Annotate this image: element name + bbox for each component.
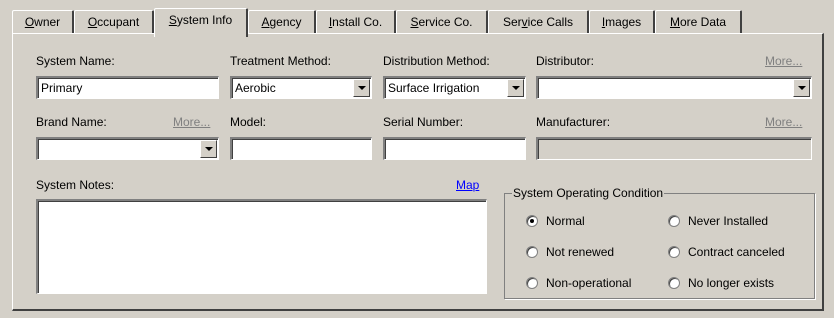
radio-icon [668, 246, 680, 258]
radio-no-longer-exists-label: No longer exists [688, 276, 775, 290]
chevron-down-icon[interactable] [353, 79, 370, 97]
tab-service-co-label: Service Co. [410, 15, 473, 29]
radio-never-installed-label: Never Installed [688, 214, 769, 228]
tab-service-calls-label: Service Calls [502, 15, 574, 29]
tab-service-calls[interactable]: Service Calls [488, 10, 589, 35]
manufacturer-label: Manufacturer: [536, 115, 611, 129]
tab-agency-label: Agency [261, 15, 302, 29]
brand-name-label: Brand Name: [36, 115, 107, 129]
treatment-method-label: Treatment Method: [230, 54, 331, 68]
tab-occupant[interactable]: Occupant [74, 10, 154, 35]
radio-normal-label: Normal [546, 214, 585, 228]
brand-name-combo[interactable] [36, 137, 219, 160]
distributor-more-link[interactable]: More... [765, 54, 802, 68]
distributor-label: Distributor: [536, 54, 595, 68]
tab-occupant-label: Occupant [87, 15, 140, 29]
system-notes-textarea[interactable] [36, 199, 487, 294]
radio-icon [526, 277, 538, 289]
distribution-method-label: Distribution Method: [383, 54, 490, 68]
model-label: Model: [230, 115, 267, 129]
tab-more-data[interactable]: More Data [655, 10, 742, 35]
map-link[interactable]: Map [456, 178, 479, 192]
tab-owner-label: Owner [24, 15, 61, 29]
system-info-panel: System Name: Primary Treatment Method: A… [12, 33, 824, 311]
serial-number-input[interactable] [383, 137, 526, 160]
treatment-method-combo[interactable]: Aerobic [230, 76, 372, 99]
radio-icon [526, 215, 538, 227]
radio-non-operational-label: Non-operational [546, 276, 632, 290]
tab-system-info-label: System Info [168, 13, 233, 27]
tab-owner[interactable]: Owner [12, 10, 74, 35]
chevron-down-icon[interactable] [507, 79, 524, 97]
system-name-label: System Name: [36, 54, 115, 68]
treatment-method-value: Aerobic [235, 81, 276, 95]
model-input[interactable] [230, 137, 372, 160]
distributor-combo[interactable] [536, 76, 812, 99]
radio-icon [668, 277, 680, 289]
radio-icon [668, 215, 680, 227]
tab-images-label: Images [601, 15, 642, 29]
tab-agency[interactable]: Agency [248, 10, 316, 35]
tab-service-co[interactable]: Service Co. [396, 10, 488, 35]
distribution-method-value: Surface Irrigation [388, 81, 480, 95]
radio-selected-dot [530, 219, 534, 223]
tab-more-data-label: More Data [669, 15, 727, 29]
tab-system-info[interactable]: System Info [154, 8, 248, 37]
manufacturer-more-link[interactable]: More... [765, 115, 802, 129]
chevron-down-icon[interactable] [793, 79, 810, 97]
manufacturer-input [536, 137, 812, 160]
radio-icon [526, 246, 538, 258]
system-notes-label: System Notes: [36, 178, 115, 192]
distribution-method-combo[interactable]: Surface Irrigation [383, 76, 526, 99]
tab-install-co-label: Install Co. [328, 15, 383, 29]
radio-contract-canceled-label: Contract canceled [688, 245, 785, 259]
tab-images[interactable]: Images [589, 10, 655, 35]
brand-name-more-link[interactable]: More... [173, 115, 210, 129]
serial-number-label: Serial Number: [383, 115, 464, 129]
system-name-input[interactable]: Primary [36, 76, 219, 99]
radio-not-renewed-label: Not renewed [546, 245, 615, 259]
system-operating-condition-title: System Operating Condition [512, 186, 665, 200]
system-operating-condition-group: System Operating Condition Normal Never … [504, 186, 815, 299]
chevron-down-icon[interactable] [200, 140, 217, 158]
tab-install-co[interactable]: Install Co. [316, 10, 396, 35]
